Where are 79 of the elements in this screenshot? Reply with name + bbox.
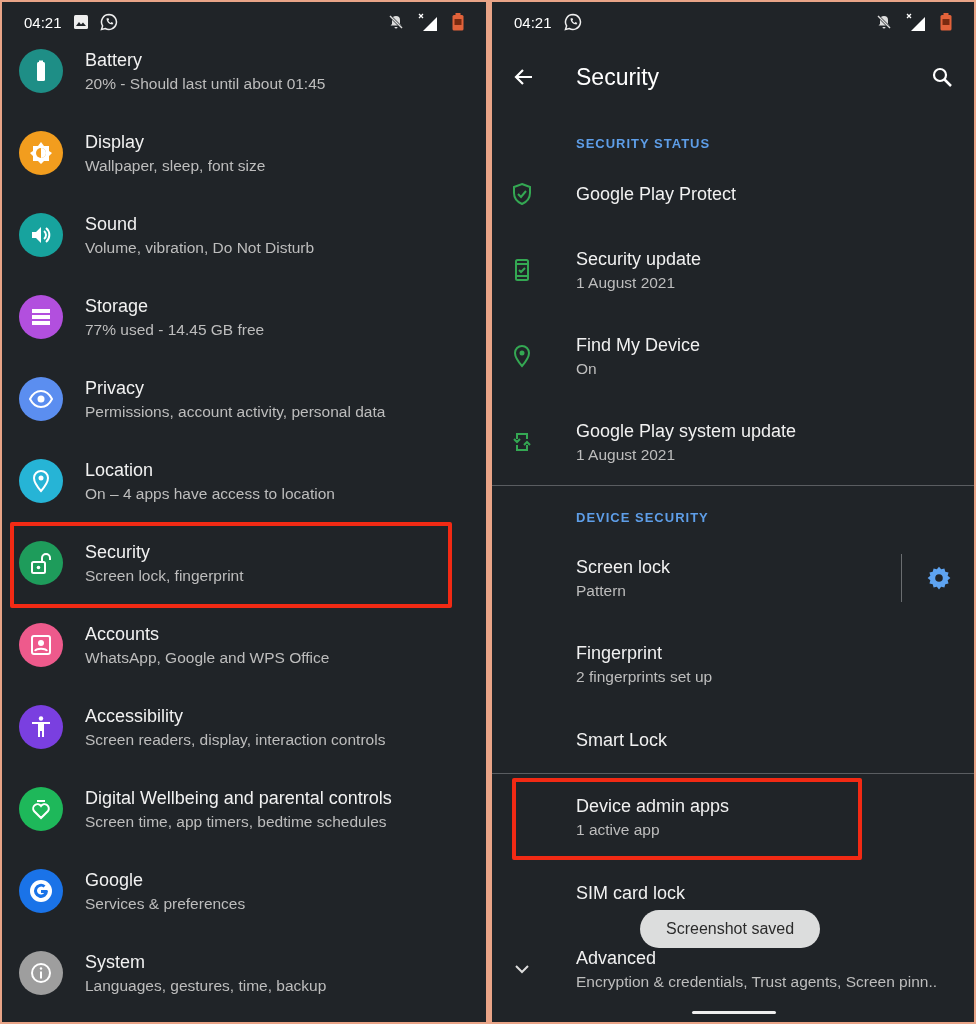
g-letter-logo-icon [29,879,53,903]
bell-off-icon [876,14,892,30]
item-title: SIM card lock [576,882,687,904]
item-title: Sound [85,213,139,235]
item-subtitle: On – 4 apps have access to location [85,484,335,503]
item-title: Screen lock [576,556,672,578]
item-subtitle: 2 fingerprints set up [576,667,714,686]
settings-item[interactable]: Privacy Permissions, account activity, personal data [2,358,486,440]
item-title: Privacy [85,377,145,399]
search-icon[interactable] [930,65,954,89]
item-subtitle: Services & preferences [85,894,246,913]
section-header: SECURITY STATUS [575,135,712,153]
settings-item[interactable]: Google Services & preferences [2,850,486,932]
item-title: Digital Wellbeing and parental controls [85,787,392,809]
item-subtitle: Volume, vibration, Do Not Disturb [85,238,315,257]
chat-bubble-icon [99,13,118,31]
item-subtitle: Languages, gestures, time, backup [85,976,327,995]
settings-item[interactable]: Display Wallpaper, sleep, font size [2,112,486,194]
item-title: Device admin apps [576,795,731,817]
item-title: Google Play Protect [576,183,738,205]
signal-icon [906,13,926,31]
item-title: Advanced [576,947,658,969]
item-title: Security update [576,248,703,270]
item-title: Accessibility [85,705,185,727]
eye-icon [29,387,53,411]
item-title: Fingerprint [576,642,664,664]
chat-bubble-icon [563,13,582,31]
accessibility-figure-icon [29,715,53,739]
screen-title: Security [576,63,660,91]
item-title: Find My Device [576,334,702,356]
item-subtitle: Wallpaper, sleep, font size [85,156,266,175]
item-subtitle: Screen lock, fingerprint [85,566,244,585]
item-title: Location [85,459,155,481]
signal-icon [418,13,438,31]
item-subtitle: On [576,359,598,378]
item-subtitle: Screen readers, display, interaction controls [85,730,386,749]
item-subtitle: WhatsApp, Google and WPS Office [85,648,330,667]
item-subtitle: 20% - Should last until about 01:45 [85,74,326,93]
item-subtitle: 77% used - 14.45 GB free [85,320,265,339]
item-subtitle: Screen time, app timers, bedtime schedules [85,812,388,831]
settings-icon[interactable] [926,565,952,591]
item-title: Display [85,131,146,153]
item-title: Accounts [85,623,161,645]
item-subtitle: Permissions, account activity, personal data [85,402,386,421]
item-title: Google [85,869,145,891]
settings-item[interactable]: Location On – 4 apps have access to location [2,440,486,522]
settings-item[interactable]: System Languages, gestures, time, backup [2,932,486,1014]
item-title: System [85,951,146,973]
heart-icon [29,797,53,821]
section-header: DEVICE SECURITY [575,509,710,527]
item-subtitle: 1 active app [576,820,661,839]
item-title: Storage [85,295,150,317]
status-time: 04:21 [24,13,62,31]
battery-icon [940,13,952,31]
shield-check-icon [510,182,534,206]
item-subtitle: Encryption & credentials, Trust agents, Screen pinn.. [576,972,938,991]
toast-message: Screenshot saved [640,910,821,948]
settings-item[interactable]: Accessibility Screen readers, display, interaction controls [2,686,486,768]
bell-off-icon [388,14,404,30]
account-card-icon [29,633,53,657]
brightness-icon [29,141,53,165]
item-subtitle: Pattern [576,581,627,600]
item-title: Battery [85,49,144,71]
settings-item[interactable]: Accounts WhatsApp, Google and WPS Office [2,604,486,686]
settings-item[interactable]: Storage 77% used - 14.45 GB free [2,276,486,358]
info-icon [29,961,53,985]
settings-item[interactable]: Battery 20% - Should last until about 01:45 [2,30,486,112]
item-title: Google Play system update [576,420,798,442]
item-title: Smart Lock [576,729,669,751]
settings-item[interactable]: Digital Wellbeing and parental controls Screen time, app timers, bedtime schedules [2,768,486,850]
settings-item[interactable]: Sound Volume, vibration, Do Not Disturb [2,194,486,276]
item-subtitle: 1 August 2021 [576,273,677,292]
battery-icon [452,13,464,31]
item-title: Security [85,541,152,563]
status-time: 04:21 [514,13,552,31]
settings-item[interactable]: Security Screen lock, fingerprint [2,522,486,604]
image-icon [73,15,88,29]
padlock-icon [29,551,53,575]
item-subtitle: 1 August 2021 [576,445,677,464]
